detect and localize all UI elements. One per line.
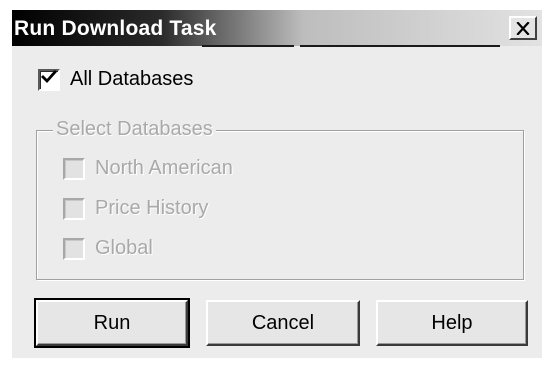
- price-history-row[interactable]: Price History: [63, 197, 208, 220]
- cancel-button[interactable]: Cancel: [206, 300, 360, 346]
- north-american-label: North American: [95, 157, 233, 179]
- close-icon: [516, 21, 530, 35]
- title-bar[interactable]: Run Download Task: [12, 10, 542, 47]
- close-button[interactable]: [509, 16, 537, 40]
- all-databases-label: All Databases: [70, 68, 194, 90]
- window-title: Run Download Task: [14, 17, 217, 40]
- select-databases-group: Select Databases North American Price Hi…: [36, 118, 524, 280]
- checkmark-icon: [41, 70, 57, 89]
- title-underline-segment: [202, 45, 294, 47]
- all-databases-row[interactable]: All Databases: [38, 68, 193, 91]
- north-american-checkbox[interactable]: [63, 157, 85, 180]
- price-history-label: Price History: [95, 197, 209, 219]
- price-history-checkbox[interactable]: [63, 197, 85, 220]
- select-databases-legend: Select Databases: [53, 118, 216, 141]
- help-button[interactable]: Help: [376, 300, 528, 346]
- run-download-task-dialog: Run Download Task All Databases Select D…: [12, 10, 542, 358]
- run-button[interactable]: Run: [34, 298, 190, 348]
- all-databases-checkbox[interactable]: [38, 68, 60, 91]
- global-row[interactable]: Global: [63, 237, 153, 260]
- global-checkbox[interactable]: [63, 237, 85, 260]
- north-american-row[interactable]: North American: [63, 157, 233, 180]
- title-underline-segment: [300, 45, 500, 47]
- global-label: Global: [95, 237, 153, 259]
